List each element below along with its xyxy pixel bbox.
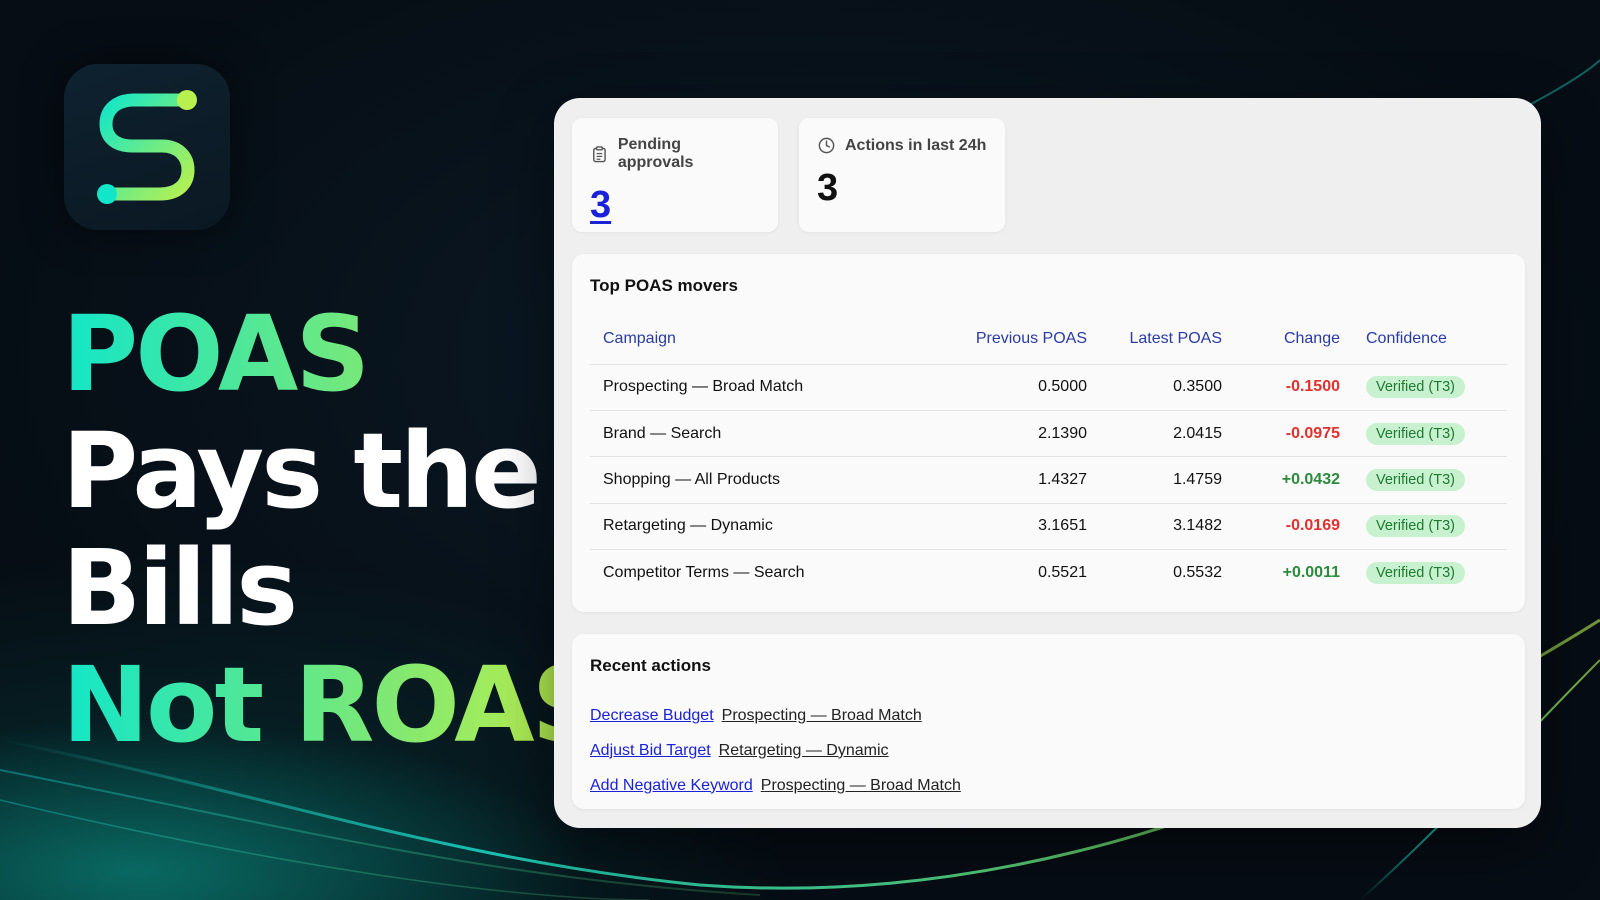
campaign-cell: Prospecting — Broad Match bbox=[590, 363, 960, 411]
top-movers-title: Top POAS movers bbox=[590, 276, 738, 295]
column-header-confidence[interactable]: Confidence bbox=[1353, 314, 1507, 364]
column-header-campaign[interactable]: Campaign bbox=[590, 314, 960, 364]
headline-line-1: POAS bbox=[62, 296, 604, 413]
previous-poas-cell: 0.5000 bbox=[960, 363, 1100, 411]
latest-poas-cell: 3.1482 bbox=[1100, 502, 1235, 550]
confidence-badge: Verified (T3) bbox=[1366, 468, 1465, 491]
column-header-change[interactable]: Change bbox=[1235, 314, 1353, 364]
table-row: Retargeting — Dynamic 3.1651 3.1482 -0.0… bbox=[590, 502, 1507, 550]
previous-poas-cell: 0.5521 bbox=[960, 549, 1100, 596]
action-target-link[interactable]: Retargeting — Dynamic bbox=[719, 742, 889, 760]
list-item: Adjust Bid Target Retargeting — Dynamic bbox=[590, 733, 961, 768]
previous-poas-cell: 2.1390 bbox=[960, 409, 1100, 457]
action-type-link[interactable]: Decrease Budget bbox=[590, 707, 714, 725]
confidence-cell: Verified (T3) bbox=[1353, 409, 1507, 457]
pending-approvals-card: Pending approvals 3 bbox=[572, 118, 778, 232]
table-row: Prospecting — Broad Match 0.5000 0.3500 … bbox=[590, 363, 1507, 411]
recent-actions-list: Decrease Budget Prospecting — Broad Matc… bbox=[590, 698, 961, 803]
table-header-row: Campaign Previous POAS Latest POAS Chang… bbox=[590, 314, 1507, 364]
action-target-link[interactable]: Prospecting — Broad Match bbox=[722, 707, 922, 725]
confidence-badge: Verified (T3) bbox=[1366, 515, 1465, 538]
actions-24h-card: Actions in last 24h 3 bbox=[799, 118, 1005, 232]
confidence-badge: Verified (T3) bbox=[1366, 562, 1465, 584]
app-logo bbox=[64, 64, 230, 230]
s-logo-icon bbox=[97, 90, 197, 204]
headline: POAS Pays the Bills Not ROAS bbox=[62, 296, 606, 766]
change-cell: -0.0975 bbox=[1235, 409, 1353, 457]
pending-approvals-link[interactable]: 3 bbox=[590, 184, 760, 227]
change-cell: +0.0011 bbox=[1235, 549, 1353, 596]
campaign-cell: Shopping — All Products bbox=[590, 456, 960, 504]
confidence-badge: Verified (T3) bbox=[1366, 376, 1465, 399]
clock-icon bbox=[818, 137, 835, 154]
confidence-cell: Verified (T3) bbox=[1353, 549, 1507, 596]
previous-poas-cell: 1.4327 bbox=[960, 456, 1100, 504]
action-type-link[interactable]: Add Negative Keyword bbox=[590, 777, 753, 795]
campaign-cell: Competitor Terms — Search bbox=[590, 549, 960, 596]
confidence-cell: Verified (T3) bbox=[1353, 502, 1507, 550]
table-row: Shopping — All Products 1.4327 1.4759 +0… bbox=[590, 456, 1507, 504]
latest-poas-cell: 1.4759 bbox=[1100, 456, 1235, 504]
recent-actions-title: Recent actions bbox=[590, 656, 711, 675]
headline-line-4: Not ROAS bbox=[62, 644, 606, 766]
confidence-cell: Verified (T3) bbox=[1353, 363, 1507, 411]
table-row: Competitor Terms — Search 0.5521 0.5532 … bbox=[590, 549, 1507, 596]
headline-line-3: Bills bbox=[62, 527, 298, 649]
clipboard-icon bbox=[593, 145, 606, 162]
headline-line-2: Pays the bbox=[62, 410, 542, 532]
actions-24h-label: Actions in last 24h bbox=[845, 136, 987, 154]
action-target-link[interactable]: Prospecting — Broad Match bbox=[761, 777, 961, 795]
actions-24h-value: 3 bbox=[817, 167, 839, 209]
change-cell: +0.0432 bbox=[1235, 456, 1353, 504]
latest-poas-cell: 0.3500 bbox=[1100, 363, 1235, 411]
table-row: Brand — Search 2.1390 2.0415 -0.0975 Ver… bbox=[590, 409, 1507, 457]
confidence-badge: Verified (T3) bbox=[1366, 422, 1465, 445]
latest-poas-cell: 0.5532 bbox=[1100, 549, 1235, 596]
column-header-previous-poas[interactable]: Previous POAS bbox=[960, 314, 1100, 364]
list-item: Decrease Budget Prospecting — Broad Matc… bbox=[590, 698, 961, 733]
change-cell: -0.1500 bbox=[1235, 363, 1353, 411]
dashboard-card: Pending approvals 3 Actions in last 24h … bbox=[554, 98, 1541, 828]
change-cell: -0.0169 bbox=[1235, 502, 1353, 550]
previous-poas-cell: 3.1651 bbox=[960, 502, 1100, 550]
campaign-cell: Brand — Search bbox=[590, 409, 960, 457]
column-header-latest-poas[interactable]: Latest POAS bbox=[1100, 314, 1235, 364]
top-movers-panel: Top POAS movers Campaign Previous POAS L… bbox=[572, 254, 1525, 612]
pending-approvals-label: Pending approvals bbox=[617, 136, 694, 171]
movers-table: Campaign Previous POAS Latest POAS Chang… bbox=[590, 314, 1507, 596]
action-type-link[interactable]: Adjust Bid Target bbox=[590, 742, 711, 760]
confidence-cell: Verified (T3) bbox=[1353, 456, 1507, 504]
campaign-cell: Retargeting — Dynamic bbox=[590, 502, 960, 550]
recent-actions-panel: Recent actions Decrease Budget Prospecti… bbox=[572, 634, 1525, 809]
latest-poas-cell: 2.0415 bbox=[1100, 409, 1235, 457]
list-item: Add Negative Keyword Prospecting — Broad… bbox=[590, 768, 961, 803]
